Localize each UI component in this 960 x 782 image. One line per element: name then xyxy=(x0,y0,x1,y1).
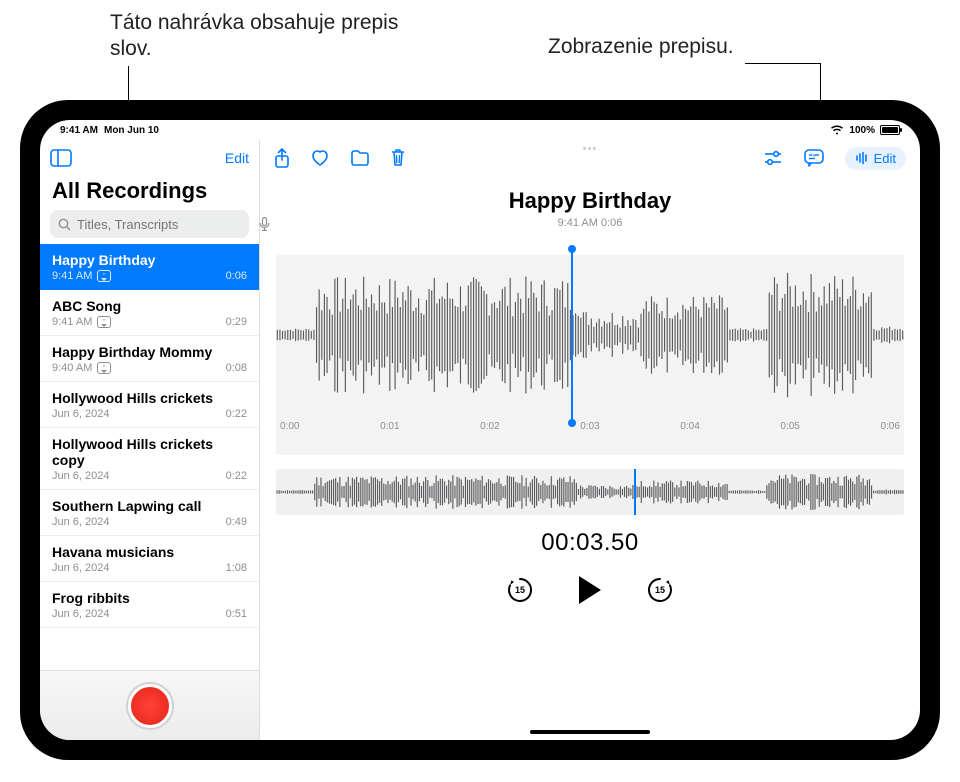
recording-item-time: 9:40 AM xyxy=(52,362,92,374)
search-field[interactable] xyxy=(50,210,249,238)
recording-item-title: Southern Lapwing call xyxy=(52,498,247,514)
recording-item-title: ABC Song xyxy=(52,298,247,314)
edit-label: Edit xyxy=(874,151,896,166)
recording-item-time: Jun 6, 2024 xyxy=(52,516,110,528)
recording-item-time: Jun 6, 2024 xyxy=(52,562,110,574)
recording-item-duration: 0:22 xyxy=(226,408,247,420)
status-bar: 9:41 AM Mon Jun 10 100% xyxy=(40,120,920,140)
recording-item-duration: 0:51 xyxy=(226,608,247,620)
transport-controls: 15 15 xyxy=(260,575,920,605)
recording-item[interactable]: Hollywood Hills crickets Jun 6, 2024 0:22 xyxy=(40,382,259,428)
home-indicator[interactable] xyxy=(530,730,650,734)
recording-item[interactable]: Frog ribbits Jun 6, 2024 0:51 xyxy=(40,582,259,628)
sidebar: Edit All Recordings Happy Birthday 9:41 A… xyxy=(40,140,260,740)
recording-item-time: Jun 6, 2024 xyxy=(52,408,110,420)
callout-line xyxy=(745,63,821,64)
ruler-tick: 0:03 xyxy=(580,421,599,432)
recording-item[interactable]: Happy Birthday 9:41 AM " 0:06 xyxy=(40,244,259,290)
ruler-tick: 0:04 xyxy=(680,421,699,432)
waveform-small xyxy=(276,469,904,515)
recording-item-time: Jun 6, 2024 xyxy=(52,608,110,620)
recording-item[interactable]: ABC Song 9:41 AM " 0:29 xyxy=(40,290,259,336)
sidebar-toggle-icon[interactable] xyxy=(50,149,72,167)
time-ruler: 0:00 0:01 0:02 0:03 0:04 0:05 0:06 xyxy=(276,415,904,432)
skip-forward-button[interactable]: 15 xyxy=(645,575,675,605)
sidebar-title: All Recordings xyxy=(40,176,259,210)
trash-icon[interactable] xyxy=(390,148,406,168)
waveform-icon xyxy=(855,151,869,165)
skip-forward-amount: 15 xyxy=(655,585,665,595)
recording-item-time: Jun 6, 2024 xyxy=(52,470,110,482)
detail-pane: ••• xyxy=(260,140,920,740)
recording-item-duration: 0:06 xyxy=(226,270,247,282)
search-icon xyxy=(58,218,71,231)
search-input[interactable] xyxy=(77,217,253,232)
waveform-overview[interactable] xyxy=(276,469,904,515)
recording-item-title: Hollywood Hills crickets xyxy=(52,390,247,406)
transcript-badge-icon: " xyxy=(97,316,111,328)
status-time: 9:41 AM xyxy=(60,125,98,136)
recording-subtitle: 9:41 AM 0:06 xyxy=(260,217,920,229)
record-bar xyxy=(40,670,259,740)
ruler-tick: 0:02 xyxy=(480,421,499,432)
favorite-icon[interactable] xyxy=(310,149,330,167)
waveform-scrubber[interactable]: 0:00 0:01 0:02 0:03 0:04 0:05 0:06 xyxy=(276,255,904,455)
callout-transcript-badge: Táto nahrávka obsahuje prepis slov. xyxy=(110,10,410,63)
recording-item-title: Hollywood Hills crickets copy xyxy=(52,436,247,468)
ruler-tick: 0:00 xyxy=(280,421,299,432)
waveform-large xyxy=(276,255,904,415)
recording-item-duration: 0:29 xyxy=(226,316,247,328)
recording-item-title: Frog ribbits xyxy=(52,590,247,606)
skip-back-amount: 15 xyxy=(515,585,525,595)
battery-icon xyxy=(880,125,900,135)
ruler-tick: 0:06 xyxy=(880,421,899,432)
recording-item-duration: 0:08 xyxy=(226,362,247,374)
wifi-icon xyxy=(830,125,844,135)
recording-item-time: 9:41 AM xyxy=(52,270,92,282)
callout-transcript-button: Zobrazenie prepisu. xyxy=(548,34,734,60)
recording-item[interactable]: Havana musicians Jun 6, 2024 1:08 xyxy=(40,536,259,582)
battery-percent: 100% xyxy=(849,125,875,136)
transcript-button-icon[interactable]: " xyxy=(803,148,825,168)
ipad-frame: 9:41 AM Mon Jun 10 100% Edit xyxy=(20,100,940,760)
status-date: Mon Jun 10 xyxy=(104,125,159,136)
folder-icon[interactable] xyxy=(350,150,370,166)
timecode: 00:03.50 xyxy=(260,529,920,557)
ruler-tick: 0:05 xyxy=(780,421,799,432)
skip-back-button[interactable]: 15 xyxy=(505,575,535,605)
recording-item[interactable]: Southern Lapwing call Jun 6, 2024 0:49 xyxy=(40,490,259,536)
playback-settings-icon[interactable] xyxy=(763,150,783,166)
overview-playhead[interactable] xyxy=(634,469,636,515)
ruler-tick: 0:01 xyxy=(380,421,399,432)
recording-item-title: Happy Birthday xyxy=(52,252,247,268)
playhead[interactable] xyxy=(571,249,573,423)
record-button[interactable] xyxy=(128,684,172,728)
recording-item-title: Havana musicians xyxy=(52,544,247,560)
edit-recording-button[interactable]: Edit xyxy=(845,147,906,170)
recording-item-duration: 0:22 xyxy=(226,470,247,482)
sidebar-edit-button[interactable]: Edit xyxy=(225,150,249,166)
transcript-badge-icon: " xyxy=(97,270,111,282)
multitask-dots-icon[interactable]: ••• xyxy=(583,143,598,155)
recording-item-duration: 1:08 xyxy=(226,562,247,574)
transcript-badge-icon: " xyxy=(97,362,111,374)
recording-item[interactable]: Happy Birthday Mommy 9:40 AM " 0:08 xyxy=(40,336,259,382)
svg-text:": " xyxy=(812,153,816,162)
recording-item-title: Happy Birthday Mommy xyxy=(52,344,247,360)
recording-list[interactable]: Happy Birthday 9:41 AM " 0:06 ABC Song 9:41 A… xyxy=(40,244,259,670)
ipad-screen: 9:41 AM Mon Jun 10 100% Edit xyxy=(40,120,920,740)
play-button[interactable] xyxy=(579,576,601,604)
recording-title[interactable]: Happy Birthday xyxy=(260,188,920,214)
share-icon[interactable] xyxy=(274,148,290,168)
recording-item-duration: 0:49 xyxy=(226,516,247,528)
recording-item[interactable]: Hollywood Hills crickets copy Jun 6, 2024… xyxy=(40,428,259,490)
recording-item-time: 9:41 AM xyxy=(52,316,92,328)
